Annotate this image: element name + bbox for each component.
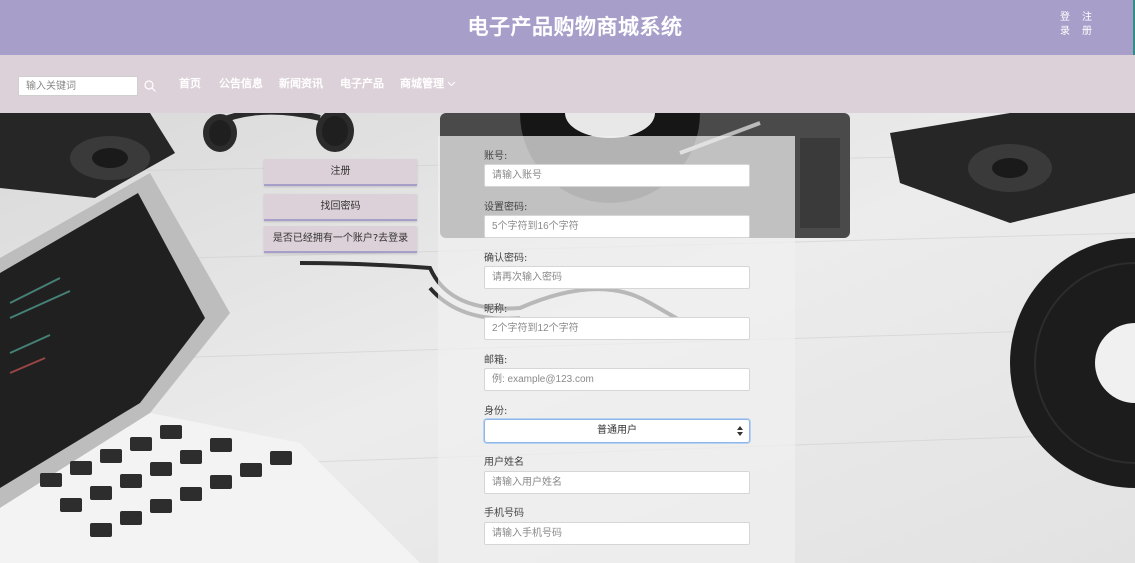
account-label: 账号: [484,151,508,162]
register-tab[interactable]: 注册 [264,159,417,186]
login-link-char-1[interactable]: 登 [1058,11,1072,25]
password-input[interactable] [484,215,750,238]
confirm-password-input[interactable] [484,266,750,289]
email-input[interactable] [484,368,750,391]
search-input[interactable] [18,76,138,96]
auth-links: 登 注 录 册 [1058,11,1094,39]
account-input[interactable] [484,164,750,187]
select-arrows-icon [737,426,743,436]
search-icon[interactable] [143,79,157,93]
confirm-password-label: 确认密码: [484,253,528,264]
register-link-char-1[interactable]: 注 [1080,11,1094,25]
real-name-label: 用户姓名 [484,457,524,468]
nav-bar: 首页 公告信息 新闻资讯 电子产品 商城管理 [0,55,1135,113]
nav-item-products[interactable]: 电子产品 [340,76,384,92]
auth-row-bottom: 录 册 [1058,25,1094,39]
identity-select[interactable]: 普通用户 [484,419,750,443]
nav-item-home[interactable]: 首页 [179,76,201,92]
site-title: 电子产品购物商城系统 [467,15,683,39]
auth-row-top: 登 注 [1058,11,1094,25]
nav-item-news[interactable]: 新闻资讯 [279,76,323,92]
login-link-char-2[interactable]: 录 [1058,25,1072,39]
email-label: 邮箱: [484,355,508,366]
nickname-label: 昵称: [484,304,508,315]
nav-item-mall-management[interactable]: 商城管理 [400,76,456,92]
nav-item-announcements[interactable]: 公告信息 [219,76,263,92]
real-name-input[interactable] [484,471,750,494]
phone-label: 手机号码 [484,508,524,519]
chevron-down-icon [447,81,456,87]
find-password-tab[interactable]: 找回密码 [264,194,417,221]
phone-input[interactable] [484,522,750,545]
top-header: 电子产品购物商城系统 登 注 录 册 [0,0,1135,55]
nav-item-mall-management-label: 商城管理 [400,77,444,90]
password-label: 设置密码: [484,202,528,213]
register-link-char-2[interactable]: 册 [1080,25,1094,39]
go-login-tab[interactable]: 是否已经拥有一个账户?去登录 [264,226,417,253]
nickname-input[interactable] [484,317,750,340]
identity-label: 身份: [484,406,508,417]
identity-selected-value: 普通用户 [597,425,637,436]
